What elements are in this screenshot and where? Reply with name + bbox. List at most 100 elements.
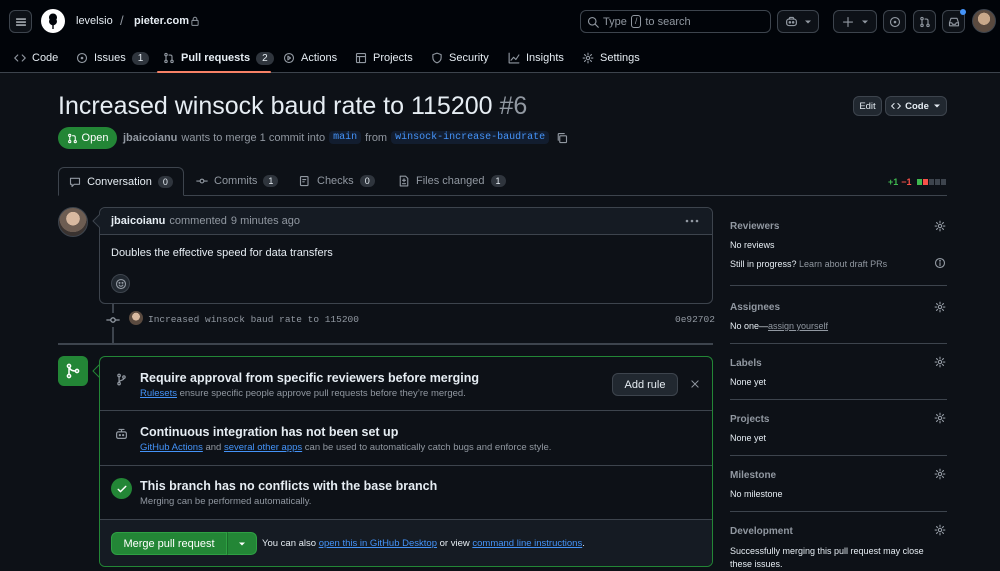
merge-action-row: Merge pull request You can also open thi… <box>100 520 712 566</box>
tab-code[interactable]: Code <box>14 43 58 73</box>
github-logo-icon[interactable] <box>41 9 65 33</box>
projects-heading[interactable]: Projects <box>730 414 769 425</box>
ci-title: Continuous integration has not been set … <box>140 425 399 439</box>
code-icon <box>891 103 901 109</box>
in-progress-text: Still in progress? <box>730 259 797 269</box>
comment-action: commented <box>169 215 227 227</box>
diffstat: +1 −1 <box>888 177 946 187</box>
comment-author[interactable]: jbaicoianu <box>111 215 165 227</box>
cli-link[interactable]: command line instructions <box>472 538 582 549</box>
repo-name[interactable]: pieter.com <box>134 15 189 27</box>
tab-insights[interactable]: Insights <box>508 43 564 73</box>
git-commit-icon <box>196 178 208 184</box>
tab-commits[interactable]: Commits 1 <box>196 175 279 187</box>
tab-label: Settings <box>600 52 640 64</box>
assignees-heading[interactable]: Assignees <box>730 302 780 313</box>
rulesets-link[interactable]: Rulesets <box>140 388 177 399</box>
approval-row: Require approval from specific reviewers… <box>100 357 712 411</box>
draft-hint: Still in progress? Learn about draft PRs <box>730 259 887 269</box>
search-prefix: Type <box>603 15 627 28</box>
development-heading[interactable]: Development <box>730 526 793 537</box>
labels-value: None yet <box>730 377 767 387</box>
reviewers-heading[interactable]: Reviewers <box>730 221 779 232</box>
copy-icon[interactable] <box>556 132 568 144</box>
merge-method-dropdown[interactable] <box>227 532 257 555</box>
desktop-link[interactable]: open this in GitHub Desktop <box>319 538 437 549</box>
comment-box: jbaicoianu commented 9 minutes ago Doubl… <box>99 207 713 304</box>
tab-label: Code <box>32 52 59 64</box>
chevron-down-icon <box>861 20 868 23</box>
milestone-value: No milestone <box>730 489 783 499</box>
close-icon[interactable] <box>690 379 700 389</box>
comment-time[interactable]: 9 minutes ago <box>231 215 300 227</box>
gear-icon[interactable] <box>934 220 946 232</box>
copilot-button[interactable] <box>777 10 819 33</box>
git-pull-request-icon <box>67 133 77 143</box>
tab-label: Projects <box>373 52 413 64</box>
pr-tabs <box>58 195 947 196</box>
breadcrumb-separator: / <box>120 13 124 28</box>
tab-actions[interactable]: Actions <box>283 43 337 73</box>
edit-title-button[interactable]: Edit <box>853 96 882 116</box>
issue-opened-icon <box>889 16 900 27</box>
tab-count: 1 <box>490 175 506 187</box>
code-dropdown-button[interactable]: Code <box>885 96 947 116</box>
gear-icon[interactable] <box>934 301 946 313</box>
tab-issues[interactable]: Issues 1 <box>76 43 150 73</box>
sidebar-divider <box>730 455 947 456</box>
approval-sub-text: ensure specific people approve pull requ… <box>179 388 466 399</box>
kebab-horizontal-icon[interactable] <box>685 216 699 226</box>
other-apps-link[interactable]: several other apps <box>224 442 302 453</box>
copilot-icon <box>785 16 797 27</box>
pr-author[interactable]: jbaicoianu <box>123 132 177 144</box>
play-icon <box>283 52 295 64</box>
add-rule-button[interactable]: Add rule <box>612 373 678 396</box>
chevron-down-icon <box>804 20 811 23</box>
merge-pull-request-button[interactable]: Merge pull request <box>111 532 227 555</box>
user-avatar[interactable] <box>972 9 996 33</box>
tab-pull-requests[interactable]: Pull requests 2 <box>163 43 274 73</box>
info-icon[interactable] <box>934 257 946 269</box>
tab-files-changed[interactable]: Files changed 1 <box>398 175 506 187</box>
code-label: Code <box>905 100 929 112</box>
menu-button[interactable] <box>9 10 32 33</box>
pr-number: #6 <box>499 92 528 120</box>
tab-label: Issues <box>94 52 126 64</box>
tab-count: 1 <box>131 51 150 65</box>
gear-icon[interactable] <box>934 356 946 368</box>
tab-label: Pull requests <box>181 52 251 64</box>
github-actions-link[interactable]: GitHub Actions <box>140 442 203 453</box>
tab-checks[interactable]: Checks 0 <box>299 175 375 187</box>
draft-prs-link[interactable]: Learn about draft PRs <box>799 259 887 269</box>
hamburger-icon <box>15 17 26 26</box>
gear-icon[interactable] <box>934 412 946 424</box>
create-new-button[interactable] <box>833 10 877 33</box>
tab-settings[interactable]: Settings <box>582 43 640 73</box>
commit-sha[interactable]: 0e92702 <box>675 314 715 325</box>
from-text: from <box>365 131 388 144</box>
gear-icon[interactable] <box>934 468 946 480</box>
commit-avatar[interactable] <box>129 311 143 325</box>
add-reaction-button[interactable] <box>111 274 130 293</box>
merge-button-label: Merge pull request <box>123 537 215 550</box>
search-input[interactable]: Type / to search <box>580 10 771 33</box>
labels-heading[interactable]: Labels <box>730 358 762 369</box>
tab-projects[interactable]: Projects <box>355 43 413 73</box>
milestone-heading[interactable]: Milestone <box>730 470 776 481</box>
repo-owner[interactable]: levelsio <box>76 15 113 27</box>
chevron-down-icon <box>239 542 245 545</box>
gear-icon[interactable] <box>934 524 946 536</box>
assign-yourself-link[interactable]: assign yourself <box>768 321 828 331</box>
tab-security[interactable]: Security <box>431 43 489 73</box>
tab-conversation[interactable]: Conversation 0 <box>58 167 184 196</box>
head-branch[interactable]: winsock-increase-baudrate <box>391 131 550 144</box>
period: . <box>582 538 585 549</box>
tab-count: 0 <box>359 175 375 187</box>
issues-nav-button[interactable] <box>883 10 906 33</box>
pull-requests-nav-button[interactable] <box>913 10 936 33</box>
commit-message[interactable]: Increased winsock baud rate to 115200 <box>148 314 359 325</box>
base-branch[interactable]: main <box>329 131 362 144</box>
gear-icon <box>582 52 594 64</box>
tab-underline <box>157 71 271 73</box>
comment-author-avatar[interactable] <box>58 207 88 237</box>
